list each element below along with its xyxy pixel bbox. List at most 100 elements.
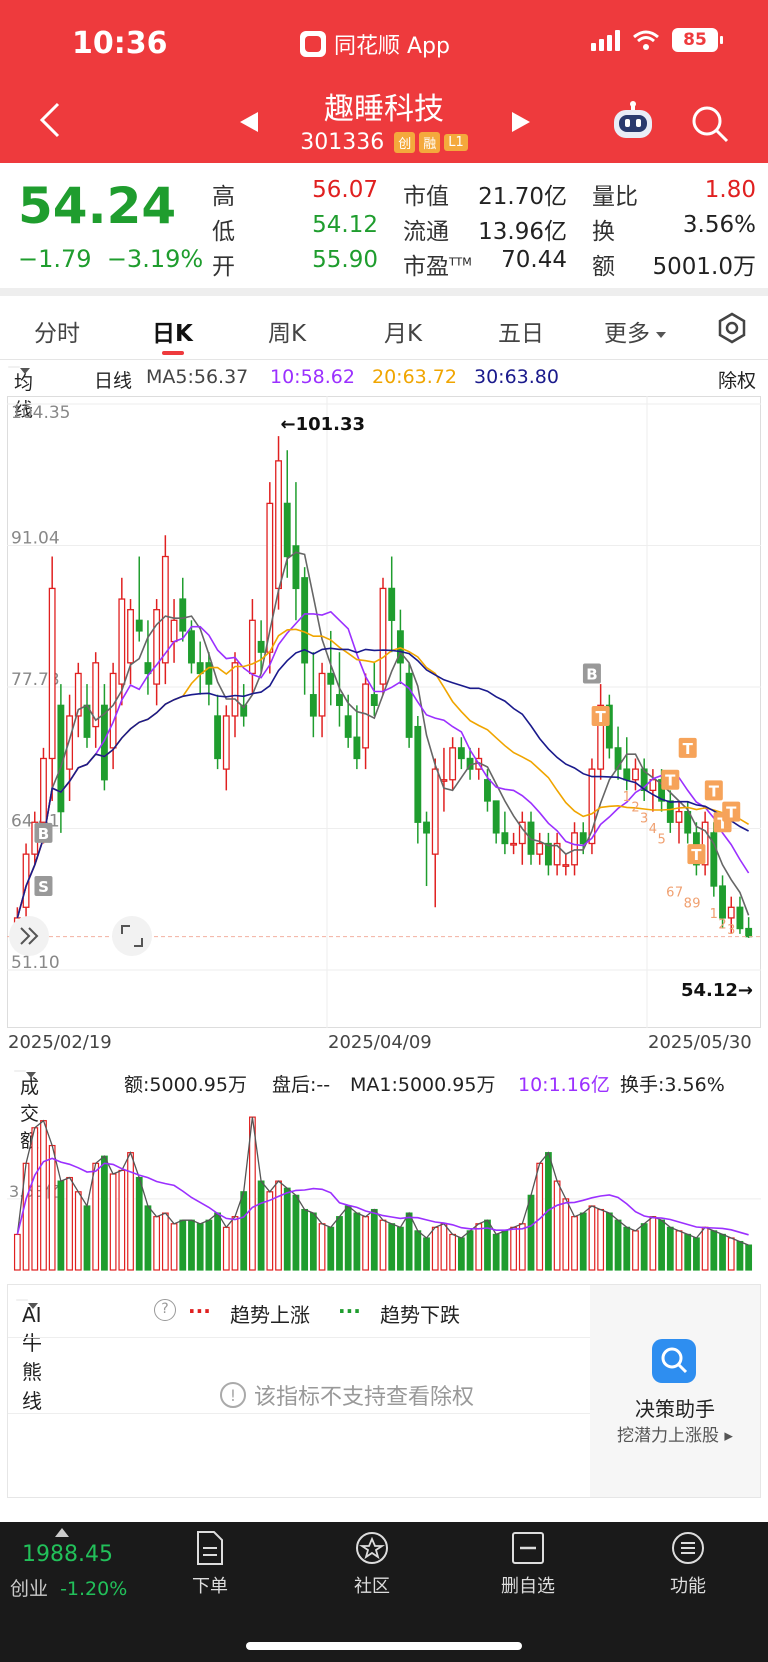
- volume-bar: [57, 1180, 65, 1271]
- candle-body: [40, 757, 47, 823]
- ai-notice-text: 该指标不支持查看除权: [254, 1385, 475, 1410]
- volume-bar: [518, 1223, 526, 1271]
- volume-bar: [231, 1216, 239, 1271]
- expand-chart-icon[interactable]: [9, 916, 49, 956]
- ma-legend-row: 均线 日线 MA5:56.37 10:58.62 20:63.72 30:63.…: [0, 364, 768, 421]
- volume-bar: [457, 1237, 465, 1271]
- volume-bar: [632, 1230, 639, 1271]
- top-header: 10:36 同花顺 App 85 趣睡科技 301336 创 融 L1: [0, 0, 768, 163]
- tab-daily-k[interactable]: 日K: [152, 314, 193, 348]
- volume-bar: [553, 1180, 561, 1271]
- volume-bar: [614, 1219, 622, 1271]
- signal-icon: [591, 29, 620, 51]
- signal-s-badge-label: S: [38, 878, 49, 896]
- ai-selector-label: AI牛熊线: [22, 1303, 42, 1413]
- ma20-value: 20:63.72: [372, 366, 457, 388]
- candle-body: [66, 715, 74, 770]
- signal-count-label: 4: [649, 822, 657, 837]
- candle-body: [109, 672, 117, 749]
- search-icon[interactable]: [690, 104, 730, 144]
- settings-hexagon-icon[interactable]: [716, 312, 748, 344]
- tab-more[interactable]: 更多: [604, 314, 666, 348]
- candle-body: [484, 779, 491, 802]
- volume-bar: [727, 1237, 735, 1271]
- volume-ma10: 10:1.16亿: [518, 1074, 610, 1096]
- field-turnover-value: 3.56%: [682, 212, 756, 238]
- volume-bar: [597, 1208, 605, 1271]
- signal-b-badge: B: [34, 822, 53, 843]
- decision-assistant-card[interactable]: 决策助手 挖潜力上涨股 ▸: [590, 1285, 760, 1497]
- community-star-icon: [356, 1532, 388, 1564]
- candle-body: [736, 906, 744, 930]
- candle-body: [719, 885, 726, 919]
- adjust-label[interactable]: 除权: [718, 366, 756, 393]
- candle-body: [562, 864, 570, 867]
- candle-body: [231, 662, 239, 717]
- candlestick-chart[interactable]: 104.3591.0477.7364.4151.10←101.3354.12→B…: [7, 396, 761, 1028]
- info-icon: !: [220, 1382, 246, 1408]
- volume-bar: [562, 1198, 570, 1271]
- candle-body: [510, 842, 518, 846]
- volume-selector[interactable]: 成交额: [14, 1070, 39, 1152]
- nav-order[interactable]: 下单: [160, 1530, 260, 1598]
- volume-bar: [605, 1212, 613, 1271]
- status-icons: 85: [591, 28, 723, 52]
- app-logo-icon: [300, 31, 326, 57]
- field-low: 低 54.12: [212, 212, 378, 246]
- volume-turnover: 换手:3.56%: [620, 1074, 725, 1096]
- tab-weekly-k[interactable]: 周K: [268, 314, 306, 348]
- assistant-subtitle-text: 挖潜力上涨股: [617, 1426, 720, 1446]
- expand-up-icon[interactable]: [55, 1528, 69, 1537]
- active-tab-indicator: [162, 351, 184, 355]
- tab-monthly-k[interactable]: 月K: [384, 314, 422, 348]
- field-high-value: 56.07: [312, 177, 378, 203]
- index-name: 创业: [10, 1578, 49, 1600]
- index-row[interactable]: 创业 -1.20%: [10, 1574, 127, 1601]
- legend-up-marker: ···: [188, 1299, 211, 1323]
- candle-body: [544, 842, 552, 866]
- volume-bar: [675, 1230, 683, 1271]
- help-icon[interactable]: ?: [154, 1299, 176, 1321]
- tab-intraday[interactable]: 分时: [34, 314, 80, 348]
- tag-chuang: 创: [394, 132, 416, 153]
- next-stock-icon[interactable]: [510, 110, 532, 134]
- chevron-down-icon: [656, 331, 666, 338]
- candle-body: [379, 587, 387, 685]
- signal-t-badge-label: T: [596, 708, 607, 726]
- volume-bar: [109, 1173, 117, 1271]
- volume-bar: [13, 1233, 21, 1271]
- signal-count-label: 9: [692, 896, 700, 911]
- assistant-magnifier-icon: [652, 1339, 696, 1383]
- field-low-label: 低: [212, 219, 235, 245]
- volume-chart[interactable]: 3.53亿: [7, 1100, 761, 1272]
- ma-selector[interactable]: 均线: [8, 366, 33, 421]
- candle-body: [170, 619, 178, 643]
- candle-body: [414, 725, 422, 823]
- candle-body: [666, 800, 674, 823]
- volume-bar: [440, 1223, 448, 1271]
- nav-community[interactable]: 社区: [322, 1530, 422, 1598]
- status-app[interactable]: 同花顺 App: [300, 28, 450, 60]
- field-volratio: 量比 1.80: [592, 177, 756, 211]
- y-tick-label: 51.10: [11, 953, 60, 973]
- robot-assistant-icon[interactable]: [610, 100, 656, 142]
- candle-body: [501, 832, 509, 845]
- field-float: 流通 13.96亿: [403, 212, 567, 246]
- ai-grid-line-top: [8, 1337, 590, 1338]
- legend-down-label: 趋势下跌: [380, 1303, 460, 1327]
- nav-remove-watchlist[interactable]: 删自选: [478, 1530, 578, 1598]
- field-high-label: 高: [212, 184, 235, 210]
- field-high: 高 56.07: [212, 177, 378, 211]
- ai-selector[interactable]: AI牛熊线: [16, 1299, 42, 1413]
- fullscreen-icon[interactable]: [112, 916, 152, 956]
- legend-down-marker: ···: [338, 1299, 361, 1323]
- nav-functions[interactable]: 功能: [638, 1530, 738, 1598]
- quote-panel: 54.24 −1.79 −3.19% 高 56.07 低 54.12 开 55.…: [0, 163, 768, 288]
- signal-t-badge-label: T: [691, 846, 702, 864]
- candle-body: [431, 768, 439, 855]
- y-tick-label: 91.04: [11, 528, 60, 548]
- signal-t-badge: T: [661, 769, 680, 790]
- candle-body: [153, 609, 161, 685]
- signal-count-label: 6: [666, 886, 674, 901]
- tab-five-day[interactable]: 五日: [498, 314, 544, 348]
